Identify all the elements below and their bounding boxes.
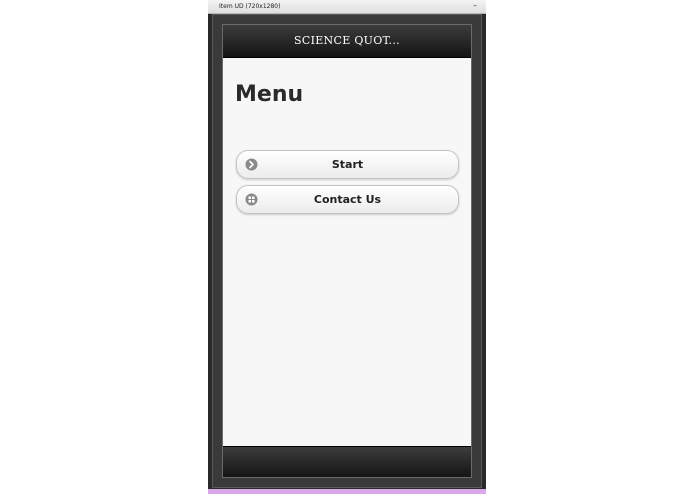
minimize-button[interactable]: – — [470, 0, 480, 13]
window-title: Item UD (720x1280) — [219, 3, 281, 10]
contact-us-button[interactable]: Contact Us — [236, 185, 459, 214]
window-titlebar: Item UD (720x1280) – — [208, 0, 486, 14]
app-content: Menu Start Contact Us — [223, 58, 471, 446]
start-button[interactable]: Start — [236, 150, 459, 179]
menu-heading: Menu — [235, 82, 304, 107]
contact-us-button-label: Contact Us — [313, 193, 382, 206]
start-button-label: Start — [331, 158, 364, 171]
bottom-accent-strip — [208, 489, 486, 494]
header-title: SCIENCE QUOT... — [294, 34, 400, 47]
app-footer — [223, 446, 471, 477]
app-screen: SCIENCE QUOT... Menu Start Contact Us — [222, 24, 472, 478]
app-header: SCIENCE QUOT... — [223, 25, 471, 58]
emulator-window: Item UD (720x1280) – SCIENCE QUOT... Men… — [208, 0, 486, 494]
